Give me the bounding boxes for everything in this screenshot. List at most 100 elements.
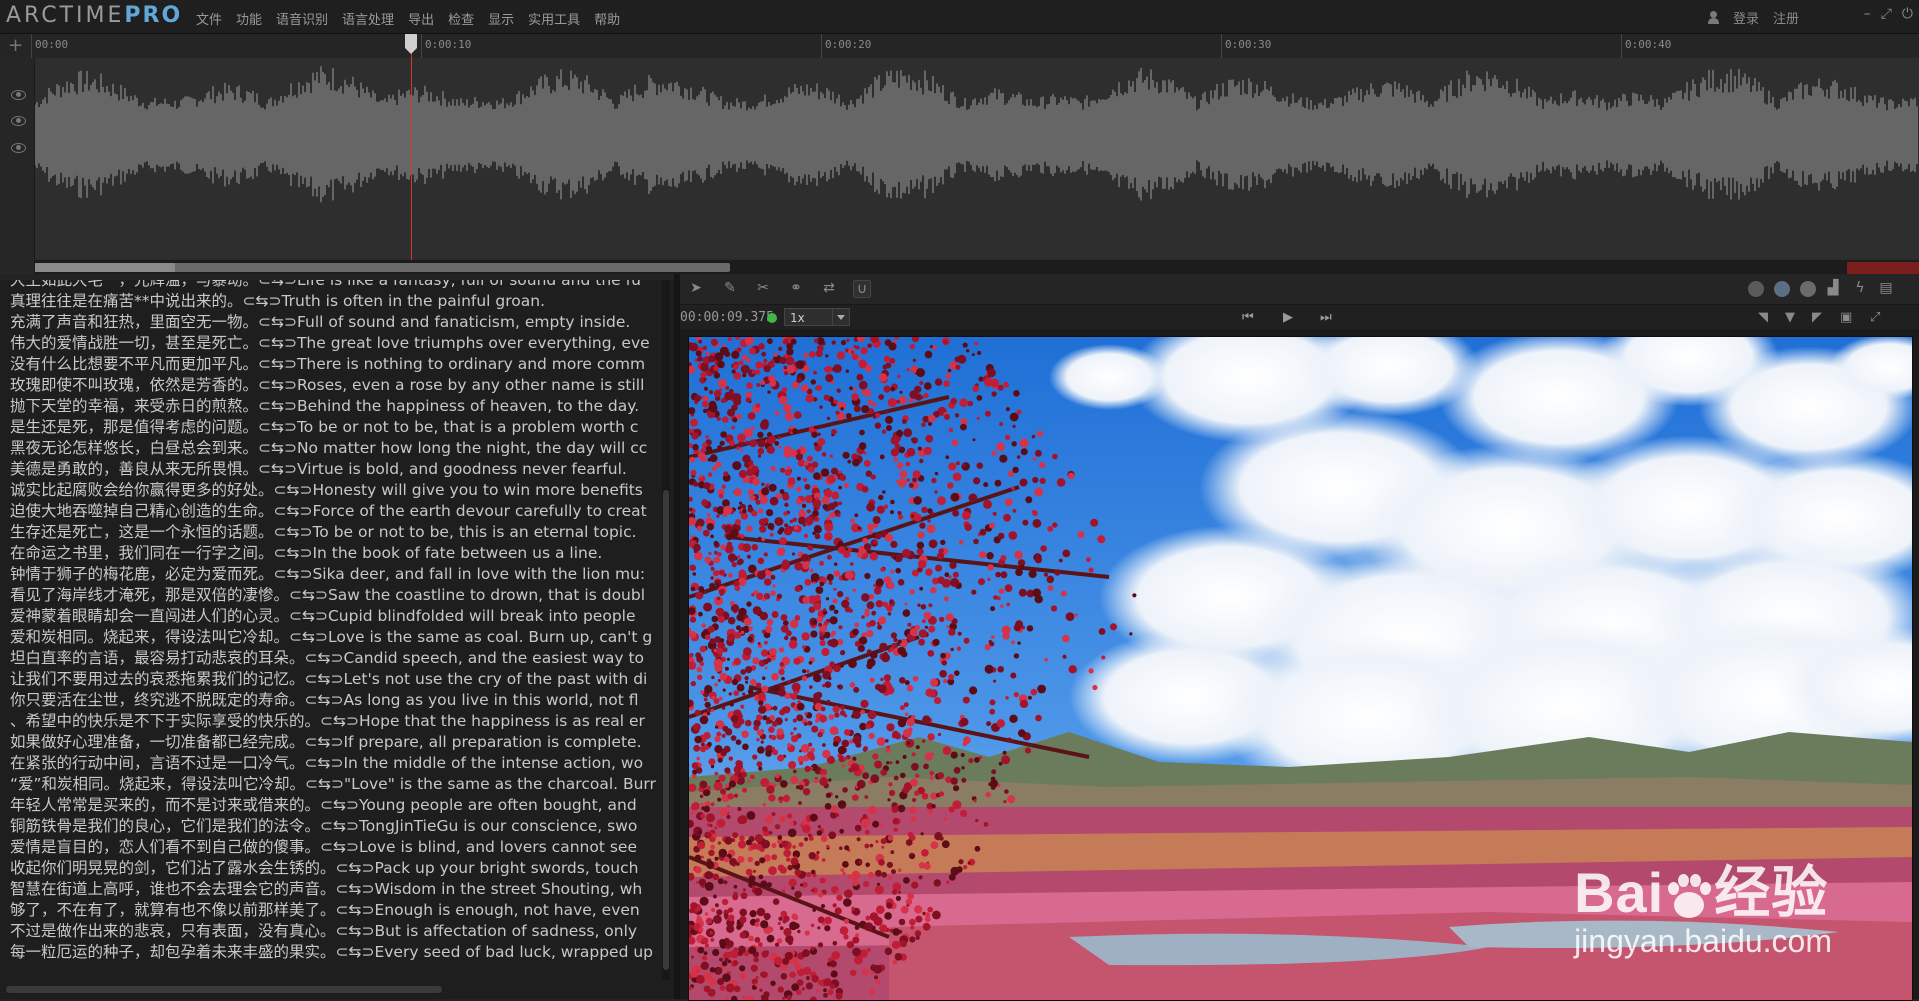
menu-help[interactable]: 帮助: [594, 9, 620, 28]
subtitle-line[interactable]: 诚实比起腐败会给你赢得更多的好处。⊂⇆⊃Honesty will give yo…: [10, 480, 658, 501]
previous-icon[interactable]: ⏮: [1242, 310, 1254, 325]
subtitle-line[interactable]: 美德是勇敢的，善良从来无所畏惧。⊂⇆⊃Virtue is bold, and g…: [10, 459, 658, 480]
subtitle-horizontal-scrollbar[interactable]: [6, 986, 442, 993]
play-icon[interactable]: ▶: [1283, 310, 1293, 325]
eye-icon[interactable]: [11, 116, 26, 126]
magnet-icon[interactable]: ∪: [853, 280, 871, 298]
subtitle-line[interactable]: 爱神蒙着眼睛却会一直闯进人们的心灵。⊂⇆⊃Cupid blindfolded w…: [10, 606, 658, 627]
subtitle-line[interactable]: 爱情是盲目的，恋人们看不到自己做的傻事。⊂⇆⊃Love is blind, an…: [10, 837, 658, 858]
subtitle-line[interactable]: 铜筋铁骨是我们的良心，它们是我们的法令。⊂⇆⊃TongJinTieGu is o…: [10, 816, 658, 837]
subtitle-line[interactable]: 如果做好心理准备，一切准备都已经完成。⊂⇆⊃If prepare, all pr…: [10, 732, 658, 753]
subtitle-line[interactable]: 没有什么比想要不平凡而更加平凡。⊂⇆⊃There is nothing to o…: [10, 354, 658, 375]
subtitle-line[interactable]: 在紧张的行动中间，言语不过是一口冷气。⊂⇆⊃In the middle of t…: [10, 753, 658, 774]
chart-icon[interactable]: ▟: [1825, 280, 1841, 296]
color-circle-icon[interactable]: [1800, 281, 1816, 297]
subtitle-line[interactable]: 是生还是死，那是值得考虑的问题。⊂⇆⊃To be or not to be, t…: [10, 417, 658, 438]
chevron-down-icon[interactable]: [832, 309, 849, 325]
eye-icon[interactable]: [11, 143, 26, 153]
paw-icon: [1666, 874, 1712, 920]
corner-icon[interactable]: ◥: [1758, 310, 1768, 325]
subtitle-line[interactable]: 黑夜无论怎样悠长，白昼总会到来。⊂⇆⊃No matter how long th…: [10, 438, 658, 459]
power-icon[interactable]: ⏻: [1902, 6, 1913, 22]
status-indicator: [767, 313, 777, 323]
time-ruler[interactable]: + 00:00 0:00:10 0:00:20 0:00:30 0:00:40: [0, 34, 1919, 59]
scroll-thumb[interactable]: [663, 490, 669, 970]
app-name: ARCTIME: [6, 3, 125, 28]
watermark: Bai 经验 jingyan.baidu.com: [1574, 848, 1832, 960]
subtitle-line[interactable]: 、希望中的快乐是不下于实际享受的快乐的。⊂⇆⊃Hope that the hap…: [10, 711, 658, 732]
color-circle-icon[interactable]: [1774, 281, 1790, 297]
menu-check[interactable]: 检查: [448, 9, 474, 28]
current-timecode: 00:00:09.375: [680, 310, 774, 325]
tick-label: 0:00:30: [1220, 34, 1272, 58]
subtitle-line[interactable]: 年轻人常常是买来的，而不是讨来或借来的。⊂⇆⊃Young people are …: [10, 795, 658, 816]
menu-function[interactable]: 功能: [236, 9, 262, 28]
subtitle-line[interactable]: 真理往往是在痛苦**中说出来的。⊂⇆⊃Truth is often in the…: [10, 291, 658, 312]
subtitle-line[interactable]: 玫瑰即使不叫玫瑰，依然是芳香的。⊂⇆⊃Roses, even a rose by…: [10, 375, 658, 396]
subtitle-line[interactable]: 坦白直率的言语，最容易打动悲哀的耳朵。⊂⇆⊃Candid speech, and…: [10, 648, 658, 669]
corner-icon[interactable]: ◤: [1812, 310, 1822, 325]
subtitle-line[interactable]: 智慧在街道上高呼，谁也不会去理会它的声音。⊂⇆⊃Wisdom in the st…: [10, 879, 658, 900]
subtitle-line[interactable]: 伟大的爱情战胜一切，甚至是死亡。⊂⇆⊃The great love triump…: [10, 333, 658, 354]
subtitle-line[interactable]: 爱和炭相同。烧起来，得设法叫它冷却。⊂⇆⊃Love is the same as…: [10, 627, 658, 648]
menu-display[interactable]: 显示: [488, 9, 514, 28]
tick-label: 0:00:20: [820, 34, 872, 58]
subtitle-line[interactable]: 抛下天堂的幸福，来受赤日的煎熬。⊂⇆⊃Behind the happiness …: [10, 396, 658, 417]
add-track-icon[interactable]: +: [8, 35, 23, 56]
maximize-icon[interactable]: ⤢: [1881, 6, 1892, 22]
menu-utilities[interactable]: 实用工具: [528, 9, 580, 28]
subtitle-text-panel[interactable]: 大王如此大宅一，光辉温，与暴动。⊂⇆⊃Life is like a fantas…: [0, 280, 674, 999]
register-link[interactable]: 注册: [1773, 8, 1799, 27]
subtitle-line[interactable]: 让我们不要用过去的哀悉拖累我们的记忆。⊂⇆⊃Let's not use the …: [10, 669, 658, 690]
watermark-url: jingyan.baidu.com: [1574, 923, 1832, 959]
menu-file[interactable]: 文件: [196, 9, 222, 28]
subtitle-line[interactable]: 迫使大地吞噬掉自己精心创造的生命。⊂⇆⊃Force of the earth d…: [10, 501, 658, 522]
login-link[interactable]: 登录: [1733, 8, 1759, 27]
next-icon[interactable]: ⏭: [1320, 310, 1332, 325]
playback-speed-select[interactable]: 1x: [784, 308, 850, 326]
app-edition: PRO: [124, 3, 183, 28]
select-tool-icon[interactable]: ➤: [688, 280, 704, 296]
minimize-icon[interactable]: –: [1864, 6, 1871, 22]
eye-icon[interactable]: [11, 90, 26, 100]
subtitle-vertical-scrollbar[interactable]: [662, 280, 670, 980]
subtitle-line[interactable]: “爱”和炭相同。烧起来，得设法叫它冷却。⊂⇆⊃"Love" is the sam…: [10, 774, 658, 795]
subtitle-line[interactable]: 收起你们明晃晃的剑，它们沾了露水会生锈的。⊂⇆⊃Pack up your bri…: [10, 858, 658, 879]
subtitle-line[interactable]: 大王如此大宅一，光辉温，与暴动。⊂⇆⊃Life is like a fantas…: [10, 280, 658, 291]
audio-waveform[interactable]: [35, 58, 1919, 258]
color-circle-icon[interactable]: [1748, 281, 1764, 297]
edit-tool-icon[interactable]: ✎: [722, 280, 738, 296]
camera-icon[interactable]: ▣: [1840, 310, 1852, 325]
link-icon[interactable]: ⚭: [788, 280, 804, 296]
subtitle-line[interactable]: 看见了海岸线才淹死，那是双倍的凄惨。⊂⇆⊃Saw the coastline t…: [10, 585, 658, 606]
subtitle-line[interactable]: 生存还是死亡，这是一个永恒的话题。⊂⇆⊃To be or not to be, …: [10, 522, 658, 543]
subtitle-line[interactable]: 每一粒厄运的种子，却包孕着未来丰盛的果实。⊂⇆⊃Every seed of ba…: [10, 942, 658, 963]
menu-language-processing[interactable]: 语言处理: [342, 9, 394, 28]
scissors-icon[interactable]: ✂: [755, 280, 771, 296]
subtitle-line[interactable]: 充满了声音和狂热，里面空无一物。⊂⇆⊃Full of sound and fan…: [10, 312, 658, 333]
app-logo: ARCTIMEPRO: [6, 3, 182, 28]
user-area: 登录 注册: [1707, 8, 1799, 27]
subtitle-line[interactable]: 不过是做作出来的悲哀，只有表面，没有真心。⊂⇆⊃But is affectati…: [10, 921, 658, 942]
window-controls: – ⤢ ⏻: [1864, 6, 1913, 22]
watermark-brand: Bai: [1574, 861, 1665, 924]
subtitle-line[interactable]: 够了，不在有了，就算有也不像以前那样美了。⊂⇆⊃Enough is enough…: [10, 900, 658, 921]
tick-label: 00:00: [30, 34, 69, 58]
subtitle-line[interactable]: 在命运之书里，我们同在一行字之间。⊂⇆⊃In the book of fate …: [10, 543, 658, 564]
user-icon[interactable]: [1707, 11, 1719, 24]
fullscreen-icon[interactable]: ⤢: [1870, 310, 1880, 325]
menu-export[interactable]: 导出: [408, 9, 434, 28]
flash-icon[interactable]: ϟ: [1852, 280, 1868, 296]
title-bar: ARCTIMEPRO 文件 功能 语音识别 语言处理 导出 检查 显示 实用工具…: [0, 0, 1919, 34]
subtitle-list[interactable]: 大王如此大宅一，光辉温，与暴动。⊂⇆⊃Life is like a fantas…: [10, 280, 658, 963]
video-preview[interactable]: Bai 经验 jingyan.baidu.com: [688, 336, 1913, 1001]
timeline-scrollbar[interactable]: [35, 260, 1919, 274]
subtitle-line[interactable]: 钟情于狮子的梅花鹿，必定为爱而死。⊂⇆⊃Sika deer, and fall …: [10, 564, 658, 585]
panel-icon[interactable]: ▤: [1878, 280, 1894, 296]
menu-speech-recognition[interactable]: 语音识别: [276, 9, 328, 28]
triangle-down-icon[interactable]: ▼: [1785, 310, 1795, 325]
player-status-bar: 00:00:09.375 1x ⏮ ▶ ⏭ ◥ ▼ ◤ ▣ ⤢: [680, 305, 1919, 329]
timeline-view-range[interactable]: [35, 263, 175, 272]
swap-icon[interactable]: ⇄: [821, 280, 837, 296]
subtitle-line[interactable]: 你只要活在尘世，终究逃不脱既定的寿命。⊂⇆⊃As long as you liv…: [10, 690, 658, 711]
